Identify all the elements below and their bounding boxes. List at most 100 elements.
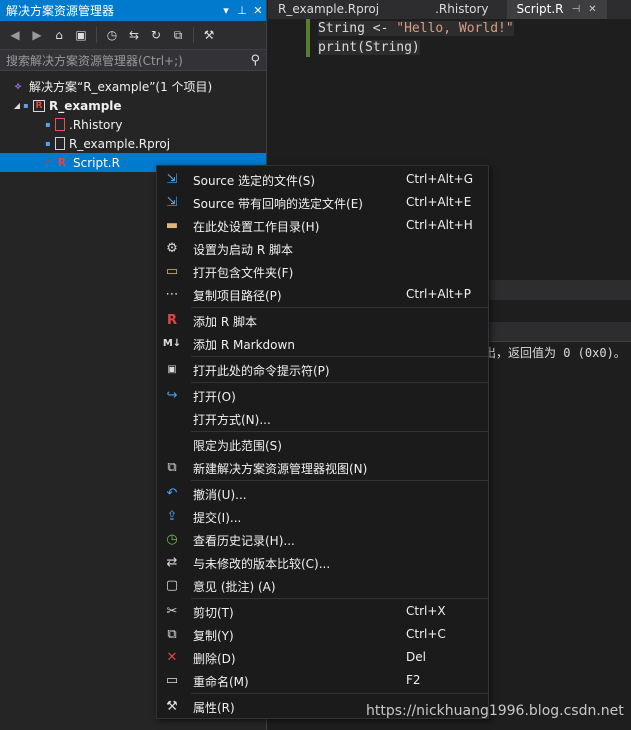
tree-node-project[interactable]: ◢ ▪ R R_example: [0, 96, 266, 115]
tree-node-file[interactable]: ▪ R_example.Rproj: [0, 134, 266, 153]
gear-icon: ⚙: [166, 241, 178, 256]
menu-item-copy-path[interactable]: ⋯ 复制项目路径(P) Ctrl+Alt+P: [157, 283, 488, 306]
menu-item-undo[interactable]: ↶ 撤消(U)...: [157, 482, 488, 505]
toolbar-separator: [193, 27, 194, 43]
menu-item-shortcut: Ctrl+X: [406, 604, 446, 618]
tree-node-label: 解决方案“R_example”(1 个项目): [29, 80, 213, 94]
menu-item-shortcut: Del: [406, 650, 426, 664]
menu-item-label: 复制项目路径(P): [193, 289, 282, 303]
code-line[interactable]: String <- "Hello, World!": [268, 19, 631, 38]
menu-item-annotate[interactable]: ▢ 意见 (批注) (A): [157, 574, 488, 597]
menu-item-label: 剪切(T): [193, 606, 234, 620]
refresh-icon[interactable]: ↻: [147, 26, 165, 44]
rename-icon: ▭: [165, 673, 179, 688]
output-text: 出，返回值为 0 (0x0)。: [484, 346, 626, 360]
comment-icon: ▢: [165, 578, 179, 593]
file-icon: [55, 118, 65, 131]
menu-item-rename[interactable]: ▭ 重命名(M) F2: [157, 669, 488, 692]
menu-item-add-r-script[interactable]: R 添加 R 脚本: [157, 309, 488, 332]
source-echo-icon: ⇲: [166, 195, 178, 210]
menu-item-shortcut: Ctrl+Alt+P: [406, 287, 471, 301]
close-icon[interactable]: ✕: [588, 0, 596, 19]
watermark: https://nickhuang1996.blog.csdn.net: [366, 703, 624, 719]
menu-item-label: 提交(I)...: [193, 511, 242, 525]
code-line[interactable]: print(String): [268, 38, 631, 57]
solution-icon: ⟡: [14, 81, 22, 92]
new-view-icon: ⧉: [167, 460, 177, 475]
solution-explorer-search-box[interactable]: 搜索解决方案资源管理器(Ctrl+;) ⚲: [0, 49, 266, 71]
switch-views-icon[interactable]: ▣: [72, 26, 90, 44]
menu-item-new-view[interactable]: ⧉ 新建解决方案资源管理器视图(N): [157, 456, 488, 479]
code-text: print(String): [318, 40, 420, 55]
menu-item-scope-to-this[interactable]: 限定为此范围(S): [157, 433, 488, 456]
menu-separator: [191, 598, 488, 599]
menu-item-open[interactable]: ↪ 打开(O): [157, 384, 488, 407]
menu-item-add-r-markdown[interactable]: M↓ 添加 R Markdown: [157, 332, 488, 355]
commit-icon: ⇪: [166, 509, 178, 524]
back-icon[interactable]: ◀: [6, 26, 24, 44]
tree-node-solution[interactable]: ⟡ 解决方案“R_example”(1 个项目): [0, 77, 266, 96]
change-indicator: [306, 19, 310, 57]
menu-item-shortcut: Ctrl+Alt+E: [406, 195, 472, 209]
tab-rhistory[interactable]: .Rhistory: [389, 0, 498, 19]
wrench-icon: ⚒: [166, 699, 178, 714]
menu-item-source-echo[interactable]: ⇲ Source 带有回响的选定文件(E) Ctrl+Alt+E: [157, 191, 488, 214]
search-input[interactable]: 搜索解决方案资源管理器(Ctrl+;): [6, 52, 250, 69]
source-icon: ⇲: [166, 172, 178, 187]
pending-changes-filter-icon[interactable]: ◷: [103, 26, 121, 44]
solution-explorer-toolbar: ◀ ▶ ⌂ ▣ ◷ ⇆ ↻ ⧉ ⚒: [0, 21, 266, 49]
menu-item-label: 打开(O): [193, 390, 236, 404]
tab-script-r[interactable]: Script.R ⊣ ✕: [506, 0, 607, 19]
menu-item-label: 打开包含文件夹(F): [193, 266, 294, 280]
properties-icon[interactable]: ⚒: [200, 26, 218, 44]
tree-node-file[interactable]: ▪ .Rhistory: [0, 115, 266, 134]
menu-item-label: 删除(D): [193, 652, 236, 666]
home-icon[interactable]: ⌂: [50, 26, 68, 44]
menu-item-label: 复制(Y): [193, 629, 234, 643]
code-area[interactable]: String <- "Hello, World!" print(String): [268, 19, 631, 57]
menu-item-cut[interactable]: ✂ 剪切(T) Ctrl+X: [157, 600, 488, 623]
menu-item-open-cmd[interactable]: ▣ 打开此处的命令提示符(P): [157, 358, 488, 381]
search-icon[interactable]: ⚲: [250, 53, 260, 68]
lock-icon: ▪: [23, 101, 29, 110]
menu-item-compare[interactable]: ⇄ 与未修改的版本比较(C)...: [157, 551, 488, 574]
menu-item-copy[interactable]: ⧉ 复制(Y) Ctrl+C: [157, 623, 488, 646]
menu-item-set-working-dir[interactable]: ▬ 在此处设置工作目录(H) Ctrl+Alt+H: [157, 214, 488, 237]
editor-tab-strip: R_example.Rproj .Rhistory Script.R ⊣ ✕: [268, 0, 631, 19]
tab-label: Script.R: [516, 2, 564, 16]
solution-explorer-title-bar: 解决方案资源管理器 ▾ ⊥ ✕: [0, 0, 266, 21]
menu-item-label: 查看历史记录(H)...: [193, 534, 295, 548]
menu-item-commit[interactable]: ⇪ 提交(I)...: [157, 505, 488, 528]
history-icon: ◷: [166, 532, 178, 547]
menu-item-open-with[interactable]: 打开方式(N)...: [157, 407, 488, 430]
delete-icon: ✕: [166, 650, 178, 665]
menu-item-shortcut: Ctrl+C: [406, 627, 446, 641]
collapse-all-icon[interactable]: ⧉: [169, 26, 187, 44]
tree-node-label: R_example.Rproj: [69, 136, 171, 151]
checkmark-icon: ✓: [44, 157, 53, 168]
menu-item-label: 打开此处的命令提示符(P): [193, 364, 330, 378]
tree-node-label: R_example: [49, 98, 122, 113]
menu-item-label: 设置为启动 R 脚本: [193, 243, 293, 257]
dropdown-icon[interactable]: ▾: [218, 4, 234, 17]
close-icon[interactable]: ✕: [250, 4, 266, 17]
tree-node-label: Script.R: [73, 155, 120, 170]
undo-icon: ↶: [166, 486, 178, 501]
pin-icon[interactable]: ⊥: [234, 4, 250, 17]
toolbar-separator: [96, 27, 97, 43]
forward-icon[interactable]: ▶: [28, 26, 46, 44]
menu-item-set-startup[interactable]: ⚙ 设置为启动 R 脚本: [157, 237, 488, 260]
menu-separator: [191, 431, 488, 432]
menu-item-open-folder[interactable]: ▭ 打开包含文件夹(F): [157, 260, 488, 283]
menu-item-delete[interactable]: ✕ 删除(D) Del: [157, 646, 488, 669]
menu-item-source[interactable]: ⇲ Source 选定的文件(S) Ctrl+Alt+G: [157, 168, 488, 191]
sync-icon[interactable]: ⇆: [125, 26, 143, 44]
menu-item-label: 与未修改的版本比较(C)...: [193, 557, 331, 571]
menu-separator: [191, 480, 488, 481]
expand-arrow-icon[interactable]: ◢: [12, 101, 22, 110]
tab-rproj[interactable]: R_example.Rproj: [268, 0, 389, 19]
menu-item-label: Source 选定的文件(S): [193, 174, 316, 188]
menu-item-view-history[interactable]: ◷ 查看历史记录(H)...: [157, 528, 488, 551]
pin-icon[interactable]: ⊣: [572, 0, 581, 19]
open-folder-icon: ▭: [165, 264, 179, 279]
